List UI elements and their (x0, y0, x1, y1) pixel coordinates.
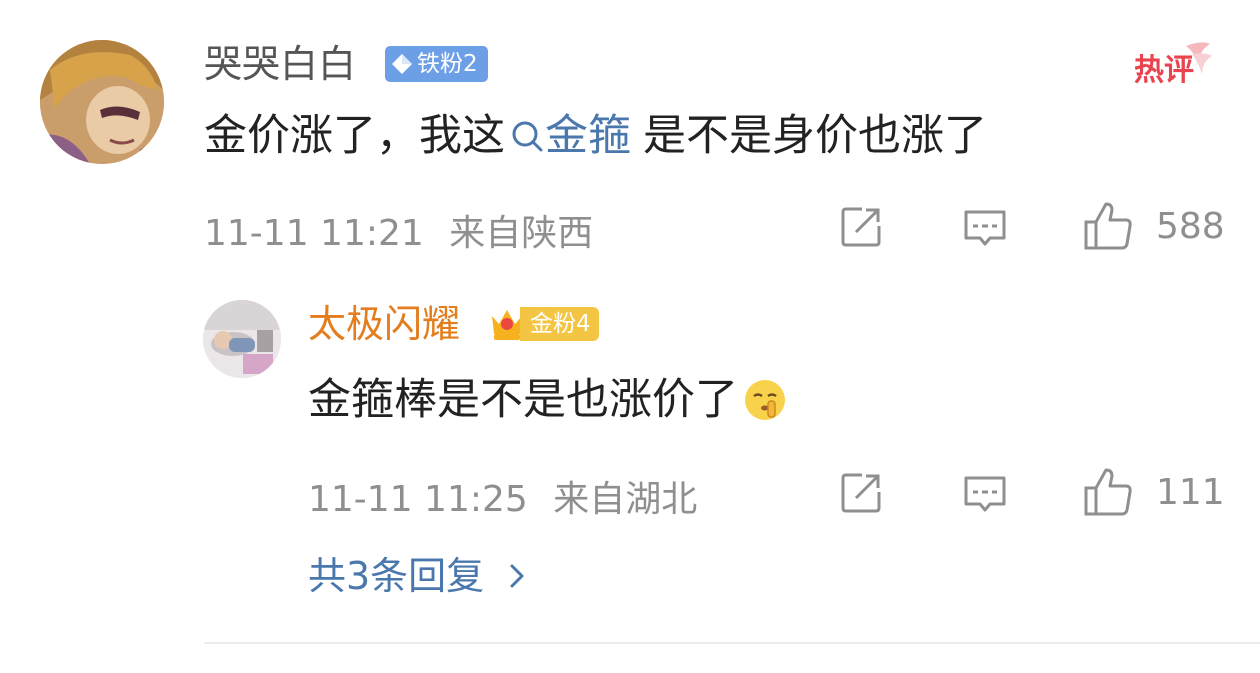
location: 来自陕西 (449, 213, 594, 254)
fan-badge[interactable]: 铁粉2 (385, 46, 488, 82)
hot-comment-tag: 热评 (1132, 40, 1214, 90)
share-icon (841, 473, 881, 513)
reply-text-content: 金箍棒是不是也涨价了 (308, 375, 738, 425)
reply-fan-badge[interactable]: 金粉4 (488, 304, 599, 344)
avatar[interactable] (40, 40, 164, 164)
reply-text: 金箍棒是不是也涨价了 (308, 370, 788, 430)
comment-button[interactable] (962, 206, 1008, 252)
reply-time: 11-11 11:25 (308, 479, 528, 520)
share-icon (841, 207, 881, 247)
reply-location: 来自湖北 (553, 479, 698, 520)
comment-text-after: 是不是身价也涨了 (643, 111, 987, 161)
hot-label: 热评 (1134, 53, 1194, 88)
comment-icon (964, 210, 1006, 246)
reply-username[interactable]: 太极闪耀 (308, 300, 460, 348)
reply-avatar[interactable] (203, 300, 281, 378)
reply-timestamp: 11-11 11:25 来自湖北 (308, 470, 697, 522)
chevron-right-icon (510, 564, 524, 588)
thumbs-up-icon (1084, 202, 1132, 250)
divider (204, 642, 1260, 644)
diamond-icon (392, 54, 412, 74)
like-count: 588 (1156, 205, 1225, 247)
fan-badge-label: 铁粉2 (417, 51, 478, 77)
search-icon (512, 121, 543, 152)
thumbs-up-icon (1084, 468, 1132, 516)
repost-button[interactable] (838, 204, 884, 250)
username[interactable]: 哭哭白白 (204, 40, 356, 88)
comment-icon (964, 476, 1006, 512)
reply-fan-badge-label: 金粉4 (520, 307, 599, 341)
comment-text: 金价涨了，我这 金箍 是不是身价也涨了 (204, 106, 987, 166)
more-replies-label: 共3条回复 (308, 554, 485, 598)
comment-text-before: 金价涨了，我这 (204, 111, 505, 161)
reply-repost-button[interactable] (838, 470, 884, 516)
like-button[interactable]: 588 (1082, 200, 1225, 252)
topic-link[interactable]: 金箍 (509, 106, 631, 166)
timestamp: 11-11 11:21 (204, 213, 424, 254)
topic-link-label: 金箍 (545, 111, 631, 161)
comment-timestamp: 11-11 11:21 来自陕西 (204, 204, 593, 256)
more-replies-link[interactable]: 共3条回复 (308, 552, 532, 600)
reply-like-button[interactable]: 111 (1082, 466, 1225, 518)
shushing-face-icon (745, 380, 785, 420)
reply-comment-button[interactable] (962, 472, 1008, 518)
reply-like-count: 111 (1156, 471, 1225, 513)
